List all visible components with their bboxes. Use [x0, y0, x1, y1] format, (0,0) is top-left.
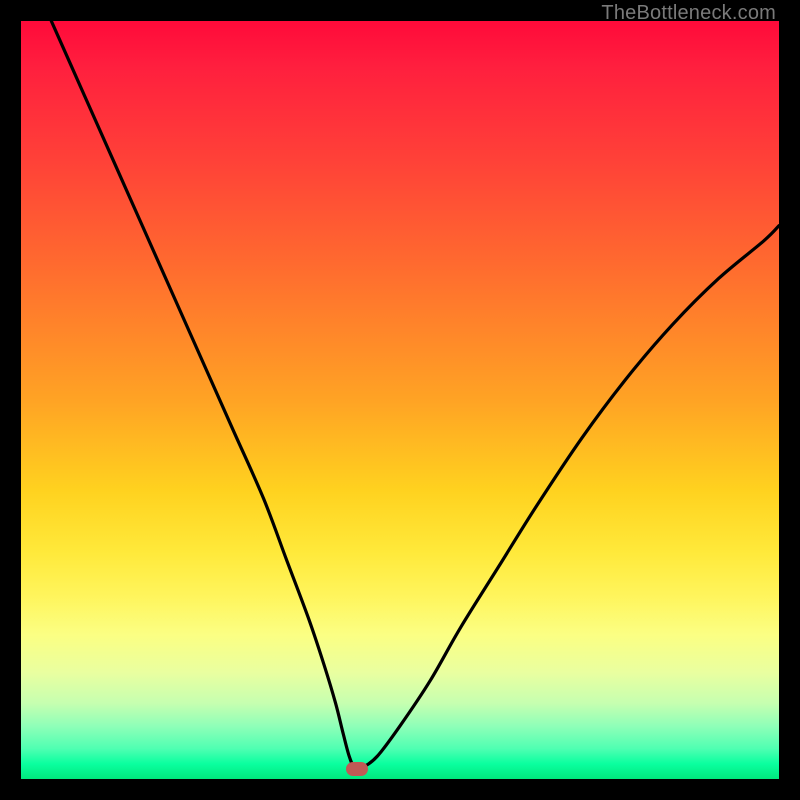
chart-frame: TheBottleneck.com — [0, 0, 800, 800]
optimal-point-marker — [346, 762, 368, 776]
bottleneck-curve — [21, 21, 779, 779]
plot-area — [21, 21, 779, 779]
